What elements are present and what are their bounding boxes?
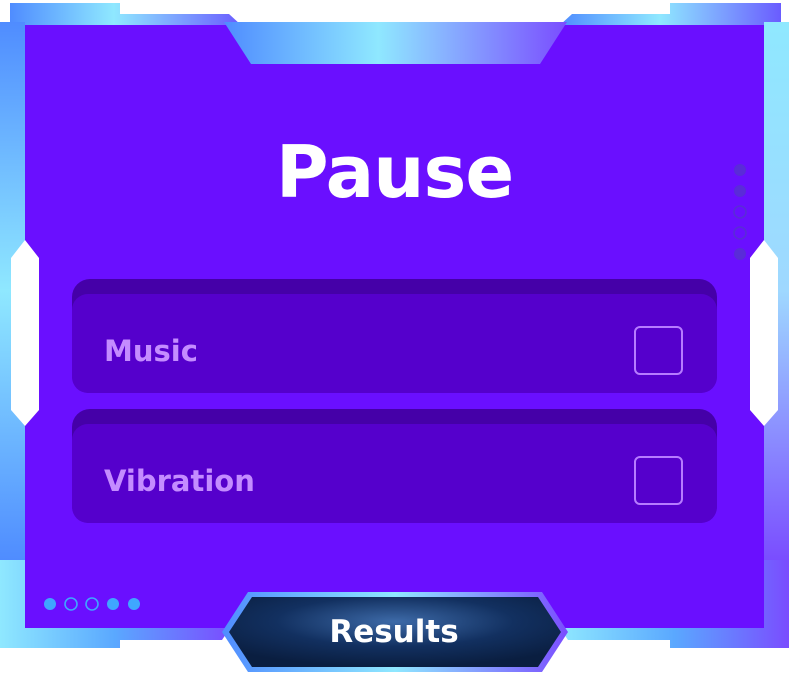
results-button[interactable]: Results <box>236 610 552 654</box>
page-dot-filled <box>128 598 140 610</box>
setting-label-music: Music <box>104 334 198 368</box>
music-checkbox[interactable] <box>634 326 683 375</box>
page-dot-filled <box>44 598 56 610</box>
side-dot-filled <box>734 248 746 260</box>
page-title: Pause <box>275 130 514 214</box>
pause-screen: Pause Music Vibration Results <box>0 0 789 674</box>
setting-row-music: Music <box>72 279 717 393</box>
vibration-checkbox[interactable] <box>634 456 683 505</box>
setting-label-vibration: Vibration <box>104 464 255 498</box>
setting-row-vibration: Vibration <box>72 409 717 523</box>
page-dot-filled <box>107 598 119 610</box>
